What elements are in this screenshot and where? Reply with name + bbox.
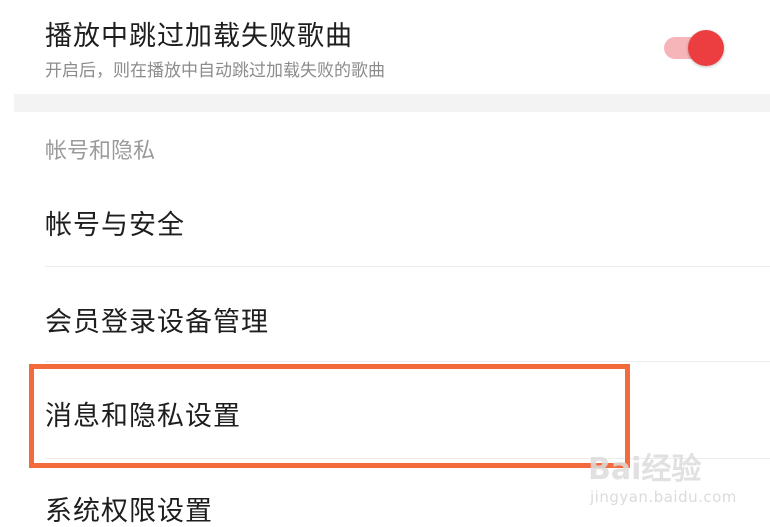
menu-item-account-security[interactable]: 帐号与安全 <box>0 175 770 265</box>
baidu-jingyan-watermark: Bai经验 jingyan.baidu.com <box>588 440 768 520</box>
skip-failed-songs-toggle[interactable] <box>662 30 726 66</box>
settings-page: 播放中跳过加载失败歌曲 开启后，则在播放中自动跳过加载失败的歌曲 帐号和隐私 帐… <box>0 0 770 527</box>
toggle-knob <box>688 30 724 66</box>
menu-item-member-device-management[interactable]: 会员登录设备管理 <box>0 267 770 361</box>
skip-failed-songs-description: 开启后，则在播放中自动跳过加载失败的歌曲 <box>45 61 385 81</box>
menu-item-label: 会员登录设备管理 <box>45 307 269 338</box>
watermark-url: jingyan.baidu.com <box>590 488 737 506</box>
section-separator <box>14 94 770 112</box>
section-header-account-privacy: 帐号和隐私 <box>45 139 156 164</box>
menu-item-label: 系统权限设置 <box>45 496 213 527</box>
skip-failed-songs-title: 播放中跳过加载失败歌曲 <box>45 21 353 52</box>
highlight-annotation-box <box>29 364 630 468</box>
skip-failed-songs-setting-row[interactable]: 播放中跳过加载失败歌曲 开启后，则在播放中自动跳过加载失败的歌曲 <box>0 0 770 94</box>
watermark-logo: Bai经验 <box>588 452 702 487</box>
menu-item-label: 帐号与安全 <box>45 210 185 241</box>
